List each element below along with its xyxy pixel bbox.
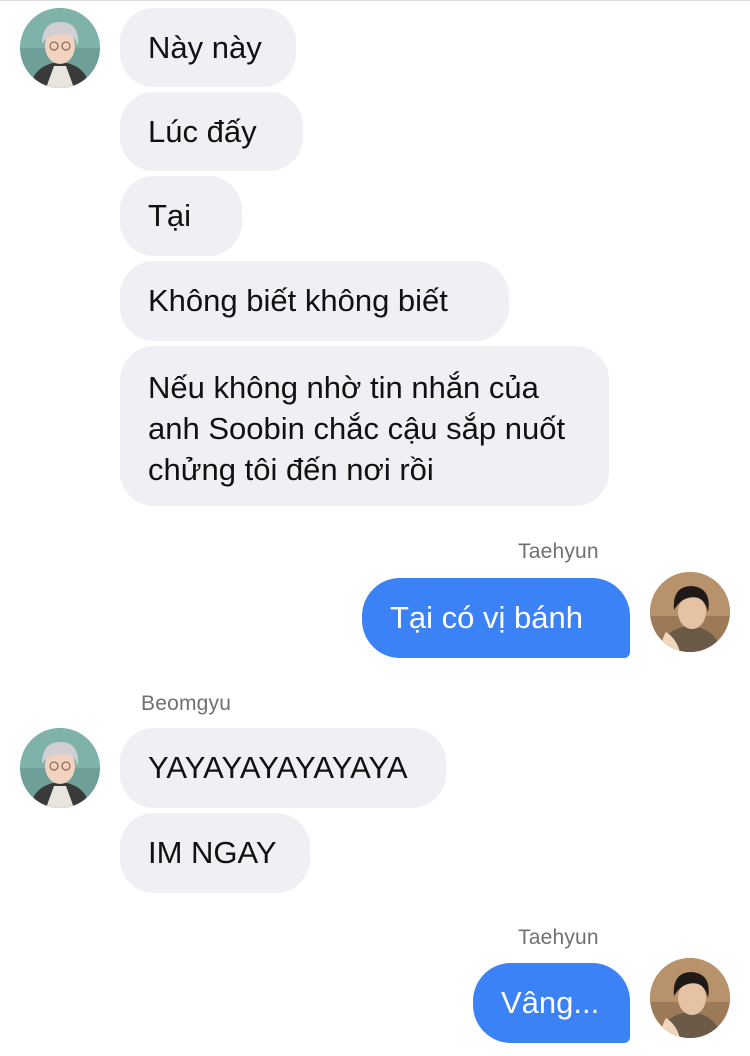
message-bubble[interactable]: Nếu không nhờ tin nhắn của anh Soobin ch…: [120, 346, 609, 506]
message-text: Lúc đấy: [148, 114, 257, 149]
beomgyu-avatar-photo-icon: [20, 8, 100, 88]
beomgyu-avatar-photo-icon: [20, 728, 100, 808]
message-bubble[interactable]: IM NGAY: [120, 813, 310, 893]
message-text: YAYAYAYAYAYAYA: [148, 750, 408, 785]
taehyun-avatar[interactable]: [650, 958, 730, 1038]
message-bubble[interactable]: Không biết không biết: [120, 261, 509, 341]
taehyun-avatar[interactable]: [650, 572, 730, 652]
taehyun-avatar-photo-icon: [650, 572, 730, 652]
message-bubble[interactable]: Tại có vị bánh: [362, 578, 630, 658]
message-text: Không biết không biết: [148, 283, 448, 318]
sender-name: Taehyun: [518, 540, 599, 563]
message-text: Nếu không nhờ tin nhắn của anh Soobin ch…: [148, 370, 566, 487]
message-bubble[interactable]: Này này: [120, 8, 296, 87]
beomgyu-avatar[interactable]: [20, 728, 100, 808]
message-bubble[interactable]: Vâng...: [473, 963, 630, 1043]
message-text: Tại: [148, 198, 192, 233]
message-text: IM NGAY: [148, 835, 277, 870]
beomgyu-avatar[interactable]: [20, 8, 100, 88]
message-bubble[interactable]: Tại: [120, 176, 242, 256]
message-text: Tại có vị bánh: [390, 600, 583, 635]
message-bubble[interactable]: Lúc đấy: [120, 92, 303, 171]
top-divider: [0, 0, 750, 1]
message-text: Này này: [148, 30, 262, 65]
sender-name: Taehyun: [518, 926, 599, 949]
taehyun-avatar-photo-icon: [650, 958, 730, 1038]
message-text: Vâng...: [501, 985, 600, 1020]
sender-name: Beomgyu: [141, 692, 232, 715]
message-bubble[interactable]: YAYAYAYAYAYAYA: [120, 728, 446, 808]
